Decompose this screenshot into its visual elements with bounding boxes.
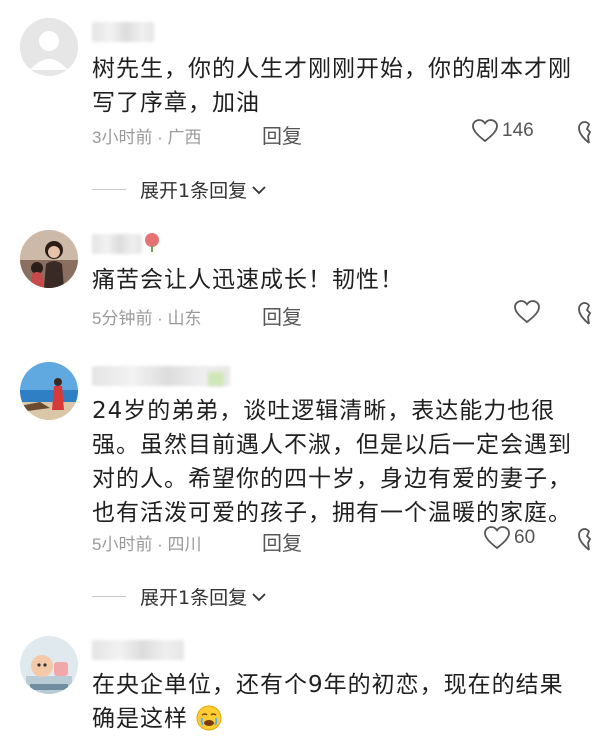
- comment-text-line: 确是这样: [92, 706, 188, 732]
- like-button[interactable]: 60: [484, 526, 535, 550]
- expand-replies-button[interactable]: 展开1条回复: [92, 176, 267, 203]
- avatar[interactable]: [20, 18, 78, 76]
- chevron-down-icon: [252, 592, 266, 601]
- comment-text: 痛苦会让人迅速成长！韧性！: [92, 263, 592, 297]
- divider-line: [92, 596, 126, 597]
- crying-emoji-icon: [196, 705, 222, 731]
- heart-outline-icon: [484, 526, 510, 550]
- username-blurred[interactable]: [92, 22, 154, 42]
- dislike-button[interactable]: [578, 528, 600, 556]
- broken-heart-icon: [578, 121, 592, 144]
- comment-time-location: 5小时前 · 四川: [92, 535, 202, 554]
- username-blurred[interactable]: [92, 640, 184, 660]
- avatar[interactable]: [20, 636, 78, 694]
- comment-text-line: 痛苦会让人迅速成长！韧性！: [92, 267, 404, 293]
- reply-button[interactable]: 回复: [262, 120, 302, 149]
- like-count: 60: [514, 527, 536, 548]
- comment-text-line: 强。虽然目前遇人不淑，但是以后一定会遇到: [92, 432, 572, 458]
- username-blurred[interactable]: [92, 234, 142, 254]
- comment-text-line: 在央企单位，还有个9年的初恋，现在的结果: [92, 672, 564, 698]
- heart-outline-icon: [514, 300, 540, 324]
- avatar[interactable]: [20, 230, 78, 288]
- comment-text-line: 也有活泼可爱的孩子，拥有一个温暖的家庭。: [92, 500, 572, 526]
- user-photo-avatar: [20, 230, 78, 288]
- comment-text-line: 24岁的弟弟，谈吐逻辑清晰，表达能力也很: [92, 398, 556, 424]
- broken-heart-icon: [578, 302, 592, 325]
- divider-line: [92, 189, 126, 190]
- chevron-down-icon: [252, 185, 266, 194]
- comment-text-line-with-emoji: 确是这样: [92, 702, 592, 736]
- reply-button[interactable]: 回复: [262, 527, 302, 556]
- dislike-button[interactable]: [578, 302, 600, 330]
- like-count: 146: [502, 120, 534, 141]
- comment-text-line: 树先生，你的人生才刚刚开始，你的剧本才刚: [92, 56, 572, 82]
- default-avatar-icon: [20, 18, 78, 76]
- user-photo-avatar: [20, 362, 78, 420]
- expand-replies-button[interactable]: 展开1条回复: [92, 583, 267, 610]
- comment-time-location: 5分钟前 · 山东: [92, 309, 202, 328]
- comment-text: 24岁的弟弟，谈吐逻辑清晰，表达能力也很 强。虽然目前遇人不淑，但是以后一定会遇…: [92, 394, 592, 530]
- expand-replies-label: 展开1条回复: [140, 180, 248, 202]
- avatar[interactable]: [20, 362, 78, 420]
- dislike-button[interactable]: [578, 121, 600, 149]
- cartoon-avatar: [20, 636, 78, 694]
- comment-time-location: 3小时前 · 广西: [92, 128, 202, 147]
- like-button[interactable]: 146: [472, 119, 534, 143]
- rose-icon: [145, 233, 159, 252]
- expand-replies-label: 展开1条回复: [140, 587, 248, 609]
- reply-button[interactable]: 回复: [262, 301, 302, 330]
- comment-text: 在央企单位，还有个9年的初恋，现在的结果 确是这样: [92, 668, 592, 736]
- badge-blurred: [208, 372, 224, 386]
- comment-text-line: 对的人。希望你的四十岁，身边有爱的妻子，: [92, 466, 572, 492]
- like-button[interactable]: [514, 300, 544, 324]
- broken-heart-icon: [578, 528, 592, 551]
- comment-text-line: 写了序章，加油: [92, 90, 260, 116]
- comment-text: 树先生，你的人生才刚刚开始，你的剧本才刚 写了序章，加油: [92, 52, 592, 120]
- heart-outline-icon: [472, 119, 498, 143]
